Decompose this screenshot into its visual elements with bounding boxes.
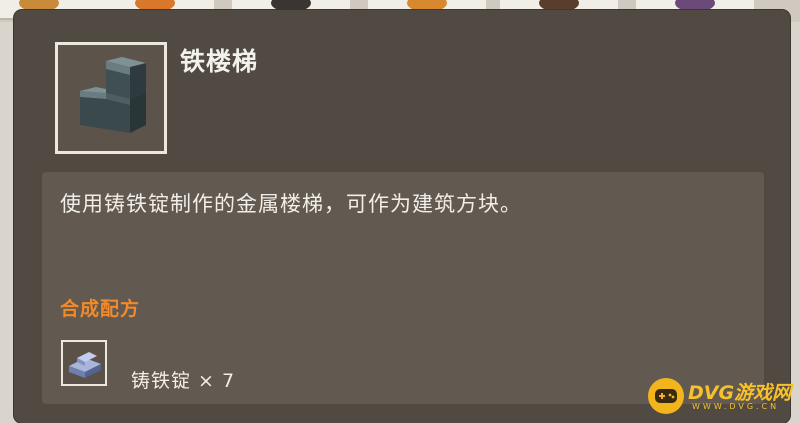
ingredient-label: 铸铁锭 × 7 [131, 370, 236, 392]
item-name: 铁楼梯 [180, 47, 259, 76]
iron-stairs-icon [80, 57, 146, 133]
recipe-title: 合成配方 [60, 298, 141, 320]
item-icon-frame [55, 42, 167, 154]
watermark-text: DVG游戏网 [688, 382, 792, 404]
item-description: 使用铸铁锭制作的金属楼梯，可作为建筑方块。 [60, 192, 522, 216]
cast-iron-ingot-icon [69, 352, 101, 378]
gamepad-icon [648, 378, 684, 414]
watermark-subtext: WWW.DVG.CN [692, 402, 780, 411]
ingredient-slot[interactable] [61, 340, 107, 386]
